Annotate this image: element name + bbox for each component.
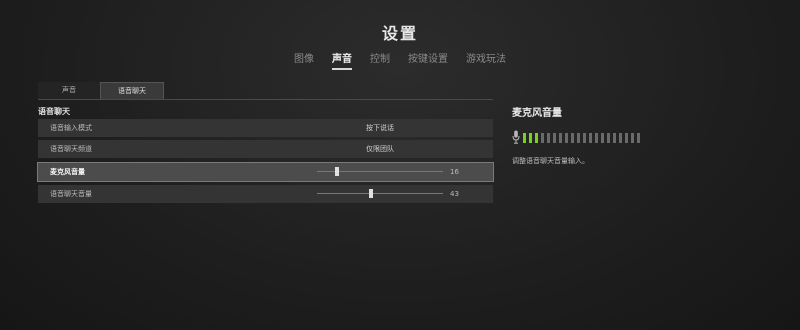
tab-gameplay[interactable]: 游戏玩法: [466, 50, 506, 70]
setting-label: 语音聊天频道: [50, 145, 92, 153]
tab-keybindings[interactable]: 按键设置: [408, 50, 448, 70]
meter-bar: [619, 133, 622, 143]
setting-label: 麦克风音量: [50, 168, 85, 176]
setting-row-voice-input-mode[interactable]: 语音输入模式 按下说话: [38, 119, 493, 137]
setting-row-voice-chat-channel[interactable]: 语音聊天频道 仅限团队: [38, 140, 493, 158]
meter-bar: [637, 133, 640, 143]
setting-value[interactable]: 按下说话: [366, 119, 394, 137]
setting-label: 语音聊天音量: [50, 190, 92, 198]
meter-bar: [583, 133, 586, 143]
meter-bar: [613, 133, 616, 143]
slider-value: 43: [450, 190, 459, 198]
meter-bar: [535, 133, 538, 143]
meter-bar: [607, 133, 610, 143]
detail-description: 调整语音聊天音量输入。: [512, 157, 589, 165]
voice-chat-volume-slider[interactable]: [317, 189, 443, 198]
setting-row-mic-volume[interactable]: 麦克风音量 16: [37, 162, 494, 182]
slider-handle[interactable]: [369, 189, 374, 198]
page-title: 设置: [381, 24, 418, 43]
meter-bar: [595, 133, 598, 143]
setting-row-voice-chat-volume[interactable]: 语音聊天音量 43: [38, 185, 493, 203]
sub-tab-bar: 声音 语音聊天: [38, 82, 164, 100]
divider: [38, 99, 493, 100]
meter-bar: [547, 133, 550, 143]
mic-level-meter: [523, 133, 640, 143]
section-title: 语音聊天: [38, 107, 70, 116]
tab-graphics[interactable]: 图像: [294, 50, 314, 70]
slider-value: 16: [450, 168, 459, 176]
meter-bar: [571, 133, 574, 143]
meter-bar: [589, 133, 592, 143]
meter-bar: [529, 133, 532, 143]
detail-title: 麦克风音量: [512, 108, 562, 119]
meter-bar: [541, 133, 544, 143]
meter-bar: [565, 133, 568, 143]
subtab-sound[interactable]: 声音: [38, 82, 100, 99]
microphone-icon: [512, 130, 520, 144]
subtab-voice-chat[interactable]: 语音聊天: [100, 82, 164, 100]
top-tab-bar: 图像 声音 控制 按键设置 游戏玩法: [0, 50, 800, 70]
mic-volume-slider[interactable]: [317, 167, 443, 176]
setting-label: 语音输入模式: [50, 124, 92, 132]
setting-value[interactable]: 仅限团队: [366, 140, 394, 158]
slider-handle[interactable]: [335, 167, 340, 176]
meter-bar: [523, 133, 526, 143]
meter-bar: [577, 133, 580, 143]
tab-sound[interactable]: 声音: [332, 50, 352, 70]
meter-bar: [631, 133, 634, 143]
meter-bar: [625, 133, 628, 143]
meter-bar: [601, 133, 604, 143]
tab-controls[interactable]: 控制: [370, 50, 390, 70]
meter-bar: [553, 133, 556, 143]
meter-bar: [559, 133, 562, 143]
